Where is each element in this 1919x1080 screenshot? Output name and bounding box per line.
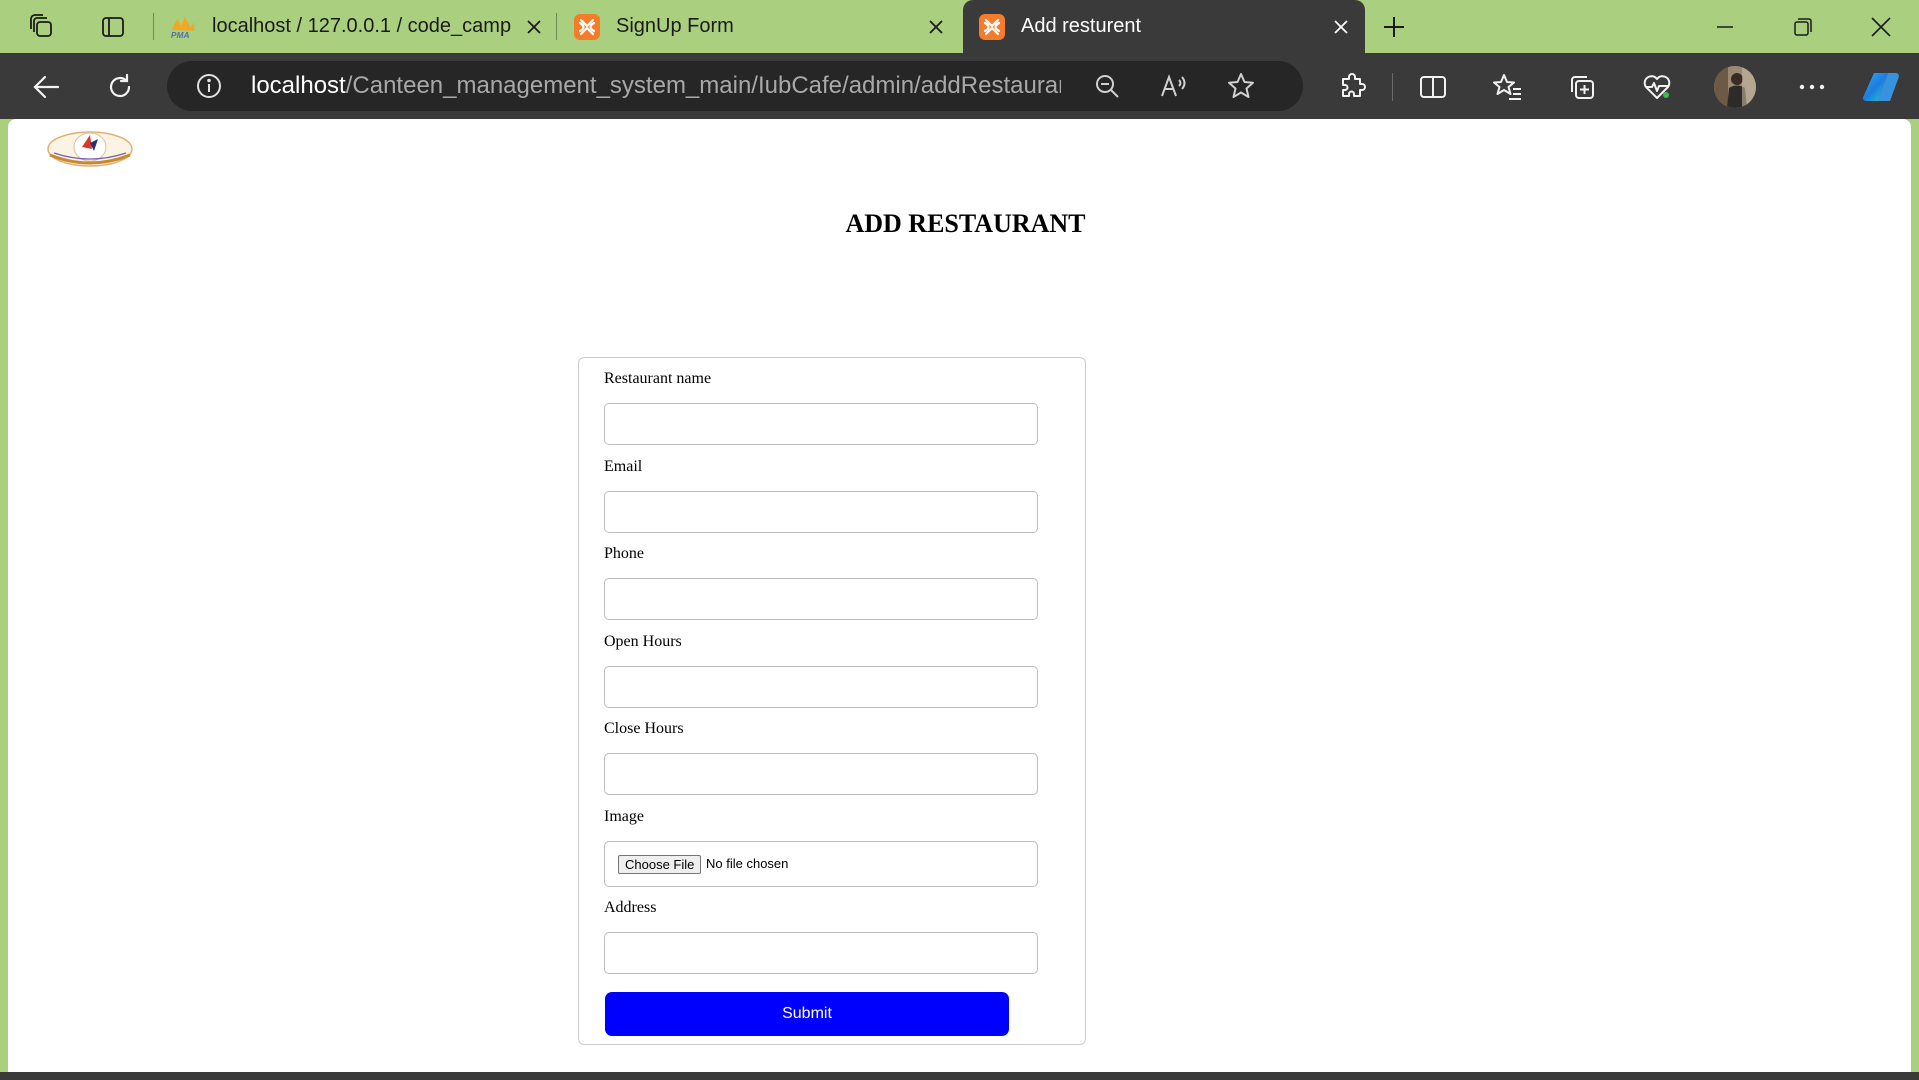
restaurant-name-input[interactable]: [604, 403, 1038, 445]
extensions-icon[interactable]: [1332, 67, 1372, 107]
refresh-icon[interactable]: [100, 67, 140, 107]
tab-signup-form[interactable]: SignUp Form: [574, 0, 950, 53]
file-status-text: No file chosen: [706, 856, 789, 871]
site-logo: [46, 125, 134, 171]
close-tab-icon[interactable]: [922, 13, 950, 41]
collections-icon[interactable]: [1562, 67, 1602, 107]
image-label: Image: [604, 808, 644, 825]
choose-file-button[interactable]: Choose File: [618, 855, 702, 874]
tab-title: Add resturent: [1021, 15, 1142, 37]
profile-avatar[interactable]: [1714, 66, 1756, 108]
page-title: ADD RESTAURANT: [845, 209, 1086, 238]
close-hours-label: Close Hours: [604, 720, 684, 737]
close-window-icon[interactable]: [1842, 0, 1919, 53]
browser-toolbar: localhost/Canteen_management_system_main…: [0, 53, 1919, 119]
split-screen-icon[interactable]: [1413, 67, 1453, 107]
open-hours-label: Open Hours: [604, 633, 682, 650]
tab-add-resturent[interactable]: Add resturent: [963, 0, 1365, 53]
site-info-icon[interactable]: [189, 66, 229, 106]
tab-title: SignUp Form: [616, 15, 734, 37]
toolbar-divider: [1392, 73, 1393, 101]
minimize-icon[interactable]: [1686, 0, 1764, 53]
email-label: Email: [604, 458, 643, 475]
open-hours-input[interactable]: [604, 666, 1038, 708]
copilot-icon[interactable]: [1862, 67, 1902, 107]
tab-separator: [556, 13, 557, 40]
workspaces-icon[interactable]: [24, 9, 60, 45]
favorite-star-icon[interactable]: [1221, 66, 1261, 106]
tab-phpmyadmin[interactable]: PMA localhost / 127.0.0.1 / code_camp: [170, 0, 548, 53]
phone-input[interactable]: [604, 578, 1038, 620]
read-aloud-icon[interactable]: [1154, 66, 1194, 106]
submit-button[interactable]: Submit: [605, 992, 1009, 1036]
phpmyadmin-icon: PMA: [170, 14, 196, 40]
phone-label: Phone: [604, 545, 644, 562]
address-input[interactable]: [604, 932, 1038, 974]
vertical-tabs-icon[interactable]: [95, 9, 131, 45]
favorites-icon[interactable]: [1488, 67, 1528, 107]
new-tab-icon[interactable]: [1376, 9, 1412, 45]
back-icon[interactable]: [26, 67, 66, 107]
address-label: Address: [604, 899, 657, 916]
close-tab-icon[interactable]: [520, 13, 548, 41]
xampp-icon: [979, 13, 1005, 40]
tab-separator: [153, 13, 154, 40]
page-viewport: ADD RESTAURANT Restaurant name Email Pho…: [8, 119, 1911, 1072]
close-hours-input[interactable]: [604, 753, 1038, 795]
url-text[interactable]: localhost/Canteen_management_system_main…: [251, 61, 1061, 111]
tab-title: localhost / 127.0.0.1 / code_camp: [212, 15, 512, 37]
browser-essentials-icon[interactable]: [1637, 67, 1677, 107]
email-input[interactable]: [604, 491, 1038, 533]
zoom-icon[interactable]: [1087, 66, 1127, 106]
restore-icon[interactable]: [1764, 0, 1842, 53]
more-options-icon[interactable]: [1792, 67, 1832, 107]
xampp-icon: [574, 13, 600, 40]
close-tab-icon[interactable]: [1327, 13, 1355, 41]
svg-text:PMA: PMA: [171, 30, 190, 40]
address-bar[interactable]: localhost/Canteen_management_system_main…: [167, 61, 1303, 111]
window-bottom-edge: [0, 1072, 1919, 1080]
add-restaurant-form: Restaurant name Email Phone Open Hours C…: [578, 357, 1086, 1045]
tab-strip: PMA localhost / 127.0.0.1 / code_camp Si…: [0, 0, 1919, 53]
image-file-input: Choose File No file chosen: [604, 841, 1038, 887]
restaurant-name-label: Restaurant name: [604, 370, 712, 387]
